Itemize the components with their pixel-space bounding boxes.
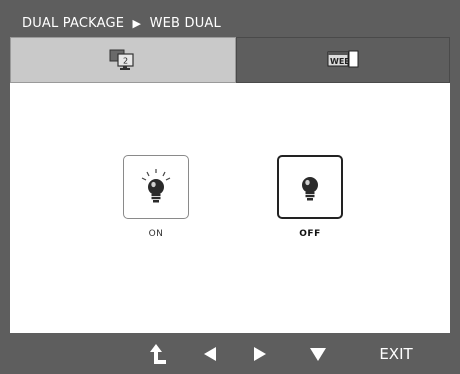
option-off[interactable]: OFF <box>274 155 346 239</box>
down-button[interactable] <box>304 333 332 374</box>
web-icon-label: WEB <box>330 57 350 66</box>
right-button[interactable] <box>246 333 274 374</box>
osd-window: DUAL PACKAGE ▶ WEB DUAL 2 WEB ON OFF EXI… <box>0 0 460 374</box>
tab-web-dual[interactable]: WEB <box>236 37 450 83</box>
breadcrumb-arrow-icon: ▶ <box>132 17 142 30</box>
return-button[interactable] <box>144 333 174 374</box>
option-off-box[interactable] <box>277 155 343 219</box>
tab-dual-package[interactable]: 2 <box>10 37 236 83</box>
breadcrumb-parent: DUAL PACKAGE <box>22 16 125 31</box>
option-on-label: ON <box>148 229 164 239</box>
lightbulb-on-icon <box>141 169 171 203</box>
option-off-label: OFF <box>299 229 321 239</box>
web-icon: WEB <box>327 50 359 68</box>
control-bar: EXIT <box>10 333 450 374</box>
lightbulb-off-icon <box>302 177 318 201</box>
right-arrow-icon <box>254 346 266 361</box>
left-arrow-icon <box>204 346 216 361</box>
left-button[interactable] <box>196 333 224 374</box>
breadcrumb-current: WEB DUAL <box>149 16 221 31</box>
dual-monitor-badge: 2 <box>123 57 128 66</box>
exit-button[interactable]: EXIT <box>374 333 418 374</box>
tab-bar: 2 WEB <box>10 37 450 83</box>
option-on-box[interactable] <box>123 155 189 219</box>
exit-label: EXIT <box>379 344 413 363</box>
options-panel: ON OFF <box>10 83 450 333</box>
dual-monitor-icon: 2 <box>109 49 134 70</box>
breadcrumb: DUAL PACKAGE ▶ WEB DUAL <box>10 11 450 37</box>
return-icon <box>150 343 166 364</box>
option-on[interactable]: ON <box>120 155 192 239</box>
down-arrow-icon <box>310 347 326 361</box>
